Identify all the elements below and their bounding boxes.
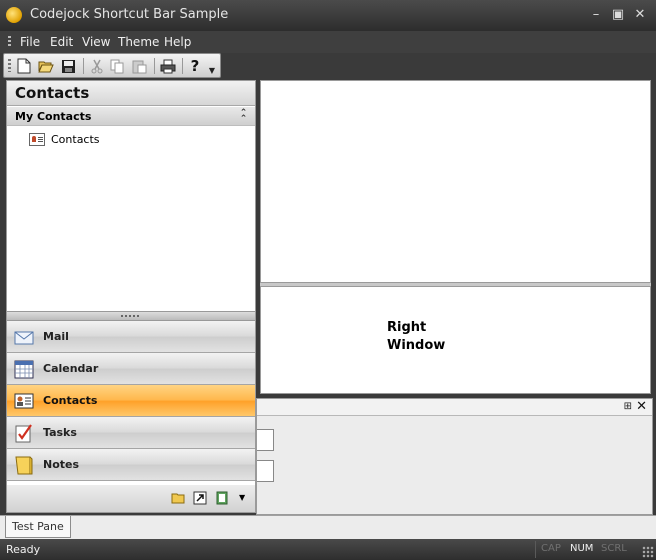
right-top-view[interactable] xyxy=(260,80,651,283)
menu-file[interactable]: File xyxy=(20,35,40,49)
nav-button-label: Mail xyxy=(43,330,69,343)
group-header-my-contacts[interactable]: My Contacts ⌃ ⌃ xyxy=(7,107,255,126)
right-window-label: Right Window xyxy=(387,320,446,353)
contact-card-icon xyxy=(14,393,34,408)
nav-button-notes[interactable]: Notes xyxy=(7,449,255,481)
close-icon[interactable]: ✕ xyxy=(636,399,647,414)
pane-tab-strip: Test Pane xyxy=(0,515,656,539)
splitter-grip xyxy=(121,315,141,317)
collapse-chevron-icon[interactable]: ⌃ ⌃ xyxy=(238,109,249,124)
copy-icon[interactable] xyxy=(108,57,126,75)
app-icon xyxy=(6,7,22,23)
menu-help[interactable]: Help xyxy=(164,35,191,49)
status-divider xyxy=(535,541,536,558)
close-button[interactable]: ✕ xyxy=(632,7,648,23)
save-icon[interactable] xyxy=(59,57,77,75)
nav-button-label: Tasks xyxy=(43,426,77,439)
nav-button-calendar[interactable]: Calendar xyxy=(7,353,255,385)
menu-grip[interactable] xyxy=(8,36,11,48)
status-text: Ready xyxy=(6,543,41,556)
overflow-dropdown-icon[interactable]: ▼ xyxy=(239,491,253,505)
status-bar: Ready CAP NUM SCRL xyxy=(0,539,656,560)
standard-toolbar: ? ▼ xyxy=(3,53,221,78)
folder-icon[interactable] xyxy=(171,491,185,505)
menu-theme[interactable]: Theme xyxy=(118,35,159,49)
nav-button-tasks[interactable]: Tasks xyxy=(7,417,255,449)
toolbar-separator xyxy=(154,58,155,74)
paste-icon[interactable] xyxy=(130,57,148,75)
calendar-icon xyxy=(14,360,34,378)
caps-lock-indicator: CAP xyxy=(541,543,561,554)
menu-bar: File Edit View Theme Help xyxy=(0,31,656,53)
nav-button-label: Contacts xyxy=(43,394,98,407)
contact-card-icon xyxy=(29,132,45,146)
cut-icon[interactable] xyxy=(88,57,106,75)
help-icon[interactable]: ? xyxy=(186,57,204,75)
shortcut-bar-splitter[interactable] xyxy=(7,311,255,321)
toolbar-grip[interactable] xyxy=(8,59,11,72)
toolbar-separator xyxy=(182,58,183,74)
toolbar-separator xyxy=(83,58,84,74)
pane-text-field[interactable] xyxy=(257,460,274,482)
shortcut-icon[interactable] xyxy=(193,491,207,505)
resize-grip[interactable] xyxy=(642,546,654,558)
toolbar-options-icon[interactable]: ▼ xyxy=(207,57,217,75)
nav-button-mail[interactable]: Mail xyxy=(7,321,255,353)
maximize-button[interactable]: ▣ xyxy=(610,7,626,23)
scroll-lock-indicator: SCRL xyxy=(601,543,627,554)
test-pane: ⊞ ✕ xyxy=(256,398,653,515)
menu-edit[interactable]: Edit xyxy=(50,35,73,49)
nav-button-contacts[interactable]: Contacts xyxy=(7,385,255,417)
title-bar: Codejock Shortcut Bar Sample – ▣ ✕ xyxy=(0,0,656,31)
menu-view[interactable]: View xyxy=(82,35,110,49)
nav-button-label: Calendar xyxy=(43,362,99,375)
shortcut-overflow-strip: ▼ xyxy=(7,485,255,512)
tree-item-label: Contacts xyxy=(51,132,100,146)
tab-test-pane[interactable]: Test Pane xyxy=(5,516,71,538)
pin-icon[interactable]: ⊞ xyxy=(624,401,632,412)
new-file-icon[interactable] xyxy=(15,57,33,75)
test-pane-header: ⊞ ✕ xyxy=(257,399,652,416)
notes-icon xyxy=(15,456,33,474)
num-lock-indicator: NUM xyxy=(570,543,594,554)
group-header-label: My Contacts xyxy=(15,110,92,123)
shortcut-bar: Contacts My Contacts ⌃ ⌃ Contacts Mail Ca… xyxy=(6,80,256,513)
minimize-button[interactable]: – xyxy=(588,7,604,23)
window-title: Codejock Shortcut Bar Sample xyxy=(30,7,229,22)
contact-folder-icon[interactable] xyxy=(215,491,229,505)
open-folder-icon[interactable] xyxy=(37,57,55,75)
envelope-icon xyxy=(14,331,34,344)
shortcut-bar-title: Contacts xyxy=(7,81,255,106)
print-icon[interactable] xyxy=(159,57,177,75)
nav-button-label: Notes xyxy=(43,458,80,471)
pane-text-field[interactable] xyxy=(257,429,274,451)
right-bottom-view[interactable]: Right Window xyxy=(260,286,651,394)
tree-item-contacts[interactable]: Contacts xyxy=(29,131,100,147)
task-check-icon xyxy=(15,423,32,442)
